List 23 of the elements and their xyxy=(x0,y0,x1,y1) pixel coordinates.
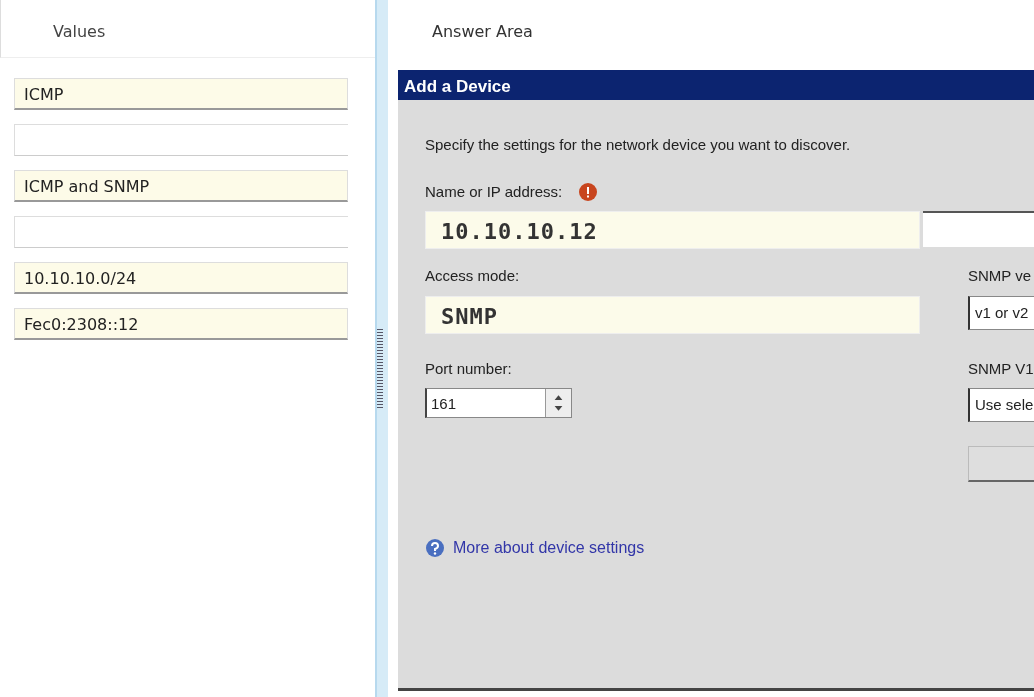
field-label: SNMP V1 xyxy=(968,358,1034,379)
error-icon xyxy=(578,181,599,202)
help-link[interactable]: More about device settings xyxy=(453,535,645,560)
help-icon xyxy=(425,537,445,558)
panel-heading: Answer Area xyxy=(432,22,533,41)
field-label: Access mode: xyxy=(425,266,521,286)
field-label: SNMP ve xyxy=(968,266,1033,286)
spin-arrows-icon[interactable] xyxy=(545,389,571,417)
value-tile[interactable]: ICMP and SNMP xyxy=(14,170,348,202)
grip-icon[interactable] xyxy=(377,328,383,409)
panel-heading: Values xyxy=(53,21,106,43)
field-label: Port number: xyxy=(425,358,513,379)
answer-drop-zone[interactable]: SNMP xyxy=(425,295,920,334)
dropdown[interactable]: v1 or v2 xyxy=(968,295,1034,330)
value-tile[interactable]: ICMP xyxy=(14,78,348,110)
answer-drop-zone[interactable]: 10.10.10.12 xyxy=(425,211,920,249)
field-label: Name or IP address: xyxy=(425,181,563,202)
dropdown[interactable]: Use sele xyxy=(968,388,1034,422)
value-tile[interactable]: 10.10.10.0/24 xyxy=(14,262,348,294)
dialog-title: Add a Device xyxy=(398,70,1034,100)
value-tile[interactable]: Fec0:2308::12 xyxy=(14,308,348,340)
spin-field[interactable]: 161 xyxy=(425,388,572,418)
instruction-text: Specify the settings for the network device you want to discover. xyxy=(425,135,852,155)
